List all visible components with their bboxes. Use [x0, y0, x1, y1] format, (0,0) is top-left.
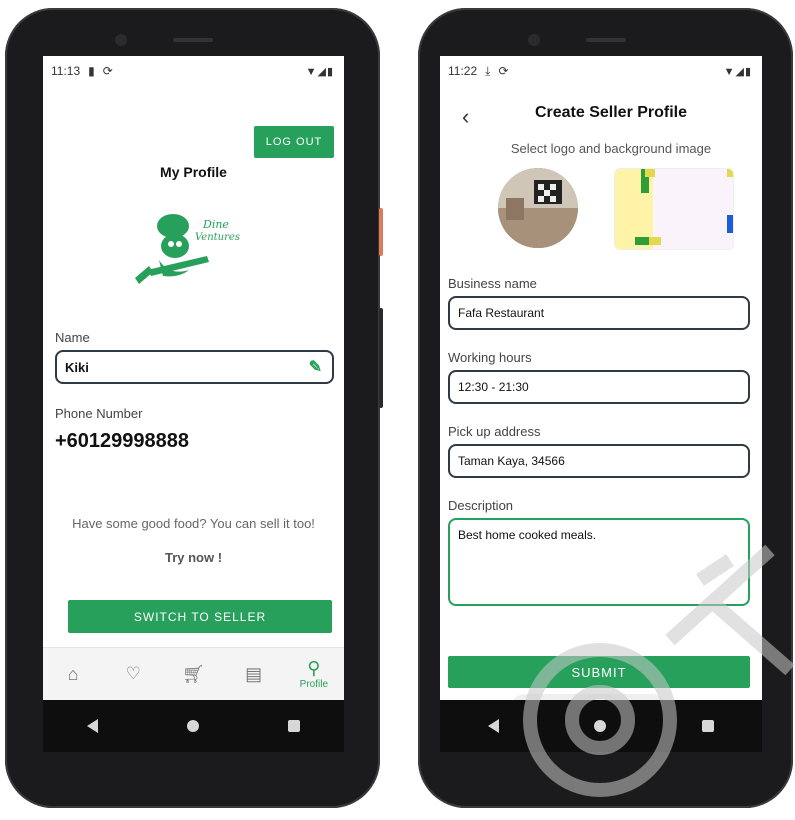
- room-photo-thumbnail: [498, 168, 578, 248]
- bottom-tab-bar: ⌂ ♡ 🛒︎ ▤ ⚲ Profile: [43, 647, 344, 700]
- working-hours-label: Working hours: [448, 350, 532, 365]
- signal-icon: ◢: [735, 65, 745, 78]
- battery-icon: ▮: [744, 65, 752, 78]
- page-title: My Profile: [160, 164, 227, 180]
- sync-icon: ⟳: [498, 64, 509, 78]
- pickup-address-field[interactable]: Taman Kaya, 34566: [448, 444, 750, 478]
- status-time: 11:22: [448, 64, 478, 78]
- business-name-label: Business name: [448, 276, 537, 291]
- tab-cart[interactable]: 🛒︎: [168, 664, 218, 685]
- logout-button[interactable]: LOG OUT: [254, 126, 334, 158]
- nav-back-icon[interactable]: [87, 719, 99, 733]
- description-label: Description: [448, 498, 514, 513]
- image-select-hint: Select logo and background image: [510, 141, 712, 156]
- status-time: 11:13: [51, 64, 81, 78]
- wifi-icon: ▼: [305, 65, 318, 78]
- page-title: Create Seller Profile: [534, 104, 688, 121]
- pickup-address-label: Pick up address: [448, 424, 541, 439]
- right-screen: 11:22 ⤓ ⟳ ▼◢▮ ‹ Create Seller Profile Se…: [440, 56, 762, 752]
- phone-value: +60129998888: [55, 430, 190, 452]
- system-nav-bar: [43, 700, 344, 752]
- nav-home-icon[interactable]: [594, 720, 607, 732]
- status-bar: 11:22 ⤓ ⟳ ▼◢▮: [448, 62, 752, 80]
- front-camera: [114, 34, 127, 46]
- phone-label: Phone Number: [55, 406, 143, 421]
- edit-pencil-icon[interactable]: ✎: [309, 357, 322, 377]
- battery-icon: ▮: [326, 65, 334, 78]
- home-icon: ⌂: [67, 663, 79, 684]
- nav-back-icon[interactable]: [487, 719, 499, 733]
- download-icon: ⤓: [485, 63, 491, 78]
- nav-recents-icon[interactable]: [702, 720, 715, 732]
- svg-text:Ventures: Ventures: [195, 232, 240, 243]
- status-bar: 11:13 ▮ ⟳ ▼◢▮: [51, 62, 334, 80]
- earpiece-speaker: [172, 38, 213, 42]
- dine-ventures-logo: Dine Ventures: [135, 214, 240, 284]
- signal-icon: ◢: [317, 65, 327, 78]
- description-field[interactable]: Best home cooked meals.: [448, 518, 750, 606]
- working-hours-field[interactable]: 12:30 - 21:30: [448, 370, 750, 404]
- background-image-picker[interactable]: [614, 168, 734, 250]
- volume-button: [379, 308, 383, 408]
- tab-profile-label: Profile: [299, 679, 329, 690]
- background-thumbnail: [615, 169, 733, 249]
- cart-add-icon: 🛒︎: [182, 663, 205, 684]
- tab-favorites[interactable]: ♡: [108, 664, 158, 684]
- name-field[interactable]: Kiki ✎: [55, 350, 334, 384]
- logo-image-picker[interactable]: [498, 168, 578, 248]
- tab-news[interactable]: ▤: [229, 664, 279, 685]
- promo-text: Have some good food? You can sell it too…: [72, 516, 315, 531]
- submit-button[interactable]: SUBMIT: [448, 656, 750, 688]
- try-now-text: Try now !: [164, 550, 223, 565]
- svg-text:Dine: Dine: [202, 218, 229, 231]
- switch-to-seller-button[interactable]: SWITCH TO SELLER: [68, 600, 332, 633]
- heart-handshake-icon: ♡: [125, 664, 141, 683]
- name-value: Kiki: [65, 359, 89, 375]
- name-label: Name: [55, 330, 90, 345]
- tab-home[interactable]: ⌂: [48, 664, 98, 685]
- sd-card-icon: ▮: [88, 64, 95, 78]
- tab-profile[interactable]: ⚲ Profile: [289, 658, 339, 690]
- sync-icon: ⟳: [102, 64, 113, 78]
- profile-icon: ⚲: [307, 658, 321, 678]
- system-nav-bar: [440, 700, 762, 752]
- front-camera: [527, 34, 540, 46]
- power-button: [379, 208, 383, 256]
- left-screen: 11:13 ▮ ⟳ ▼◢▮ LOG OUT My Profile Dine Ve…: [43, 56, 344, 752]
- nav-home-icon[interactable]: [186, 720, 199, 732]
- nav-recents-icon[interactable]: [287, 720, 300, 732]
- left-phone: 11:13 ▮ ⟳ ▼◢▮ LOG OUT My Profile Dine Ve…: [5, 8, 383, 808]
- earpiece-speaker: [585, 38, 626, 42]
- business-name-field[interactable]: Fafa Restaurant: [448, 296, 750, 330]
- newspaper-icon: ▤: [245, 663, 263, 684]
- wifi-icon: ▼: [723, 65, 736, 78]
- right-phone: 11:22 ⤓ ⟳ ▼◢▮ ‹ Create Seller Profile Se…: [418, 8, 793, 808]
